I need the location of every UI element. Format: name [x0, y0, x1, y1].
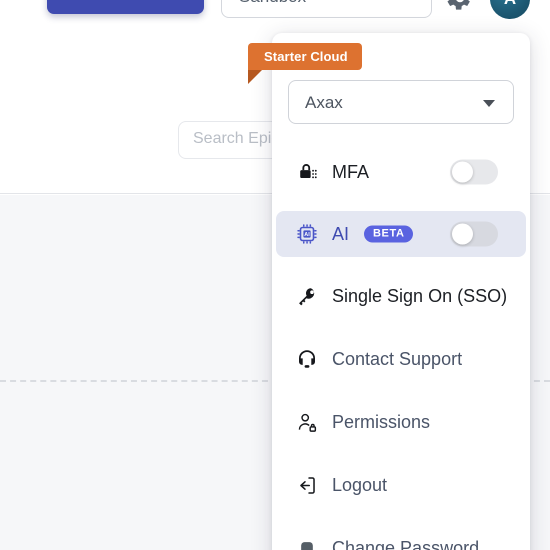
menu-item-label: Change Password [332, 537, 480, 550]
key-icon [294, 283, 320, 309]
environment-select-value: Sandbox [239, 0, 306, 7]
account-menu-panel: Axax MFA AI AI BETA Single Sign On (SSO)… [272, 33, 530, 550]
menu-item-label: MFA [332, 161, 370, 182]
avatar[interactable]: A [490, 0, 530, 19]
organization-select-value: Axax [305, 93, 343, 112]
environment-select[interactable]: Sandbox [221, 0, 432, 18]
headset-icon [294, 346, 320, 372]
menu-item-logout[interactable]: Logout [276, 462, 526, 508]
toggle-knob [452, 161, 473, 183]
ai-toggle[interactable] [450, 221, 498, 247]
menu-item-label: Permissions [332, 411, 431, 432]
user-lock-icon [294, 409, 320, 435]
menu-item-label: Single Sign On (SSO) [332, 285, 508, 306]
toggle-knob [452, 223, 473, 245]
logout-icon [294, 472, 320, 498]
square-dot-icon [294, 535, 320, 550]
menu-item-change-password[interactable]: Change Password [276, 525, 526, 550]
plan-badge-fold [248, 70, 262, 84]
menu-item-sso[interactable]: Single Sign On (SSO) [276, 273, 526, 319]
mfa-toggle[interactable] [450, 159, 498, 185]
menu-item-label: AI [332, 223, 350, 244]
svg-text:AI: AI [304, 232, 310, 238]
gear-icon[interactable] [444, 0, 476, 14]
menu-item-label: Contact Support [332, 348, 463, 369]
lock-dots-icon [294, 159, 320, 185]
menu-item-contact-support[interactable]: Contact Support [276, 336, 526, 382]
plan-badge: Starter Cloud [248, 43, 362, 70]
ai-chip-icon: AI [294, 221, 320, 247]
organization-select[interactable]: Axax [288, 80, 514, 124]
menu-item-mfa[interactable]: MFA [276, 149, 526, 195]
chevron-down-icon [483, 100, 495, 107]
create-button[interactable]: + Create [47, 0, 204, 14]
menu-item-permissions[interactable]: Permissions [276, 399, 526, 445]
beta-badge: BETA [364, 225, 413, 243]
menu-item-label: Logout [332, 474, 388, 495]
menu-item-ai[interactable]: AI AI BETA [276, 211, 526, 257]
